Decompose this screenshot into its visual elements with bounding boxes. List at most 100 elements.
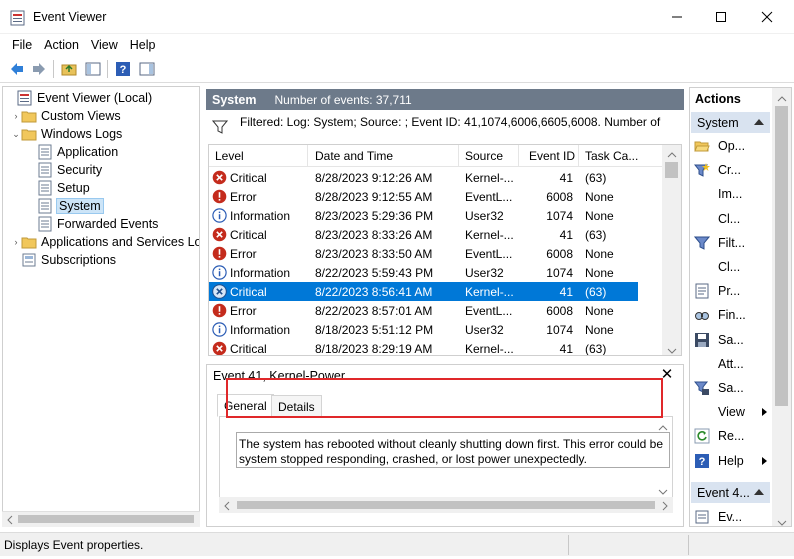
source-cell: Kernel-...: [465, 171, 514, 185]
action-sa-10[interactable]: Sa...: [693, 378, 744, 398]
action-event-properties[interactable]: Ev...: [694, 507, 742, 526]
tree-item-setup[interactable]: Setup: [37, 179, 90, 197]
table-row[interactable]: Information 8/23/2023 5:29:36 PM User32 107…: [209, 206, 638, 225]
action-cr-1[interactable]: Cr...: [693, 160, 741, 180]
scroll-left-icon[interactable]: [223, 500, 231, 511]
error-icon: [212, 303, 227, 318]
scroll-up-icon[interactable]: [658, 421, 668, 431]
action-label: Sa...: [718, 381, 744, 395]
action-pr-6[interactable]: Pr...: [694, 281, 740, 301]
show-hide-tree-icon[interactable]: [84, 60, 102, 78]
blank-icon-slot: [694, 211, 710, 227]
help-icon[interactable]: ?: [114, 60, 132, 78]
information-icon: [212, 322, 227, 337]
scroll-down-icon[interactable]: [667, 344, 677, 354]
minimize-button[interactable]: [654, 0, 700, 34]
tree-item-custom-views[interactable]: › Custom Views: [11, 107, 121, 125]
title-bar: Event Viewer: [0, 0, 794, 34]
table-row[interactable]: Information 8/18/2023 5:51:12 PM User32 107…: [209, 320, 638, 339]
actions-section-event[interactable]: Event 4...: [691, 482, 770, 503]
action-op-0[interactable]: Op...: [694, 136, 745, 156]
detail-scrollbar-thumb[interactable]: [237, 501, 655, 509]
level-cell: Critical: [230, 171, 267, 185]
tree-item-label: Forwarded Events: [57, 217, 159, 231]
tree-item-label: System: [56, 198, 104, 214]
action-filt-4[interactable]: Filt...: [693, 233, 745, 253]
menu-action[interactable]: Action: [38, 38, 85, 52]
menu-file[interactable]: File: [6, 38, 38, 52]
maximize-button[interactable]: [698, 0, 744, 34]
table-row[interactable]: Error 8/23/2023 8:33:50 AM EventL... 6008 No…: [209, 244, 638, 263]
table-row[interactable]: Critical 8/23/2023 8:33:26 AM Kernel-... 41…: [209, 225, 638, 244]
table-row[interactable]: Information 8/22/2023 5:59:43 PM User32 107…: [209, 263, 638, 282]
tree-item-applications-and-services[interactable]: › Applications and Services Lo: [11, 233, 200, 251]
collapse-section-icon[interactable]: [754, 119, 764, 125]
column-header-task-category[interactable]: Task Ca...: [585, 149, 638, 163]
column-header-event-id[interactable]: Event ID: [529, 149, 575, 163]
tree-item-subscriptions[interactable]: Subscriptions: [21, 251, 116, 269]
task-category-cell: None: [585, 190, 614, 204]
detail-horizontal-scrollbar[interactable]: [219, 497, 673, 513]
action-im-2[interactable]: Im...: [694, 184, 742, 204]
source-cell: User32: [465, 209, 504, 223]
tree-item-label: Applications and Services Lo: [41, 235, 200, 249]
actions-scrollbar-thumb[interactable]: [775, 106, 788, 406]
scroll-up-icon[interactable]: [777, 92, 787, 102]
scroll-down-icon[interactable]: [658, 485, 668, 495]
table-row[interactable]: Critical 8/18/2023 8:29:19 AM Kernel-... 41…: [209, 339, 638, 355]
collapse-icon[interactable]: ⌄: [11, 129, 21, 140]
scroll-up-icon[interactable]: [667, 148, 677, 158]
save-filter-icon: [693, 380, 710, 396]
action-re-12[interactable]: Re...: [694, 426, 744, 446]
status-bar: Displays Event properties.: [0, 532, 794, 556]
column-header-date[interactable]: Date and Time: [315, 149, 393, 163]
tree-item-security[interactable]: Security: [37, 161, 102, 179]
action-help-13[interactable]: ? Help: [694, 451, 767, 471]
action-sa-8[interactable]: Sa...: [694, 330, 744, 350]
scroll-down-icon[interactable]: [777, 516, 787, 526]
collapse-section-icon[interactable]: [754, 489, 764, 495]
source-cell: EventL...: [465, 190, 513, 204]
action-label: Fin...: [718, 308, 746, 323]
close-button[interactable]: [744, 0, 790, 34]
tree-item-windows-logs[interactable]: ⌄ Windows Logs: [11, 125, 122, 143]
tree-item-label: Security: [57, 163, 103, 177]
up-folder-icon[interactable]: [60, 60, 78, 78]
column-header-level[interactable]: Level: [215, 149, 244, 163]
task-category-cell: None: [585, 323, 614, 337]
tree-item-event-viewer-local[interactable]: Event Viewer (Local): [7, 89, 152, 107]
menu-view[interactable]: View: [85, 38, 124, 52]
action-fin-7[interactable]: Fin...: [694, 305, 746, 325]
expand-icon[interactable]: ›: [11, 237, 21, 247]
action-att-9[interactable]: Att...: [694, 354, 744, 374]
event-id-cell: 41: [559, 285, 573, 299]
filter-icon: [211, 119, 229, 135]
event-id-cell: 1074: [546, 323, 573, 337]
table-row[interactable]: Error 8/28/2023 9:12:55 AM EventL... 6008 No…: [209, 187, 638, 206]
action-cl-3[interactable]: Cl...: [694, 209, 740, 229]
back-icon[interactable]: [8, 60, 26, 78]
action-view-11[interactable]: View: [694, 402, 767, 422]
tree-item-forwarded-events[interactable]: Forwarded Events: [37, 215, 158, 233]
show-hide-action-pane-icon[interactable]: [138, 60, 156, 78]
menu-help[interactable]: Help: [124, 38, 162, 52]
tree-item-application[interactable]: Application: [37, 143, 118, 161]
scroll-right-icon[interactable]: [661, 500, 669, 511]
table-row[interactable]: Error 8/22/2023 8:57:01 AM EventL... 6008 No…: [209, 301, 638, 320]
tree-item-system[interactable]: System: [37, 197, 104, 215]
action-cl-5[interactable]: Cl...: [694, 257, 740, 277]
refresh-icon: [694, 428, 710, 444]
actions-section-system[interactable]: System: [691, 112, 770, 133]
scroll-left-icon[interactable]: [6, 514, 14, 525]
event-description[interactable]: The system has rebooted without cleanly …: [236, 432, 670, 468]
events-scrollbar-thumb[interactable]: [665, 162, 678, 178]
forward-icon[interactable]: [30, 60, 48, 78]
expand-icon[interactable]: ›: [11, 111, 21, 121]
table-row[interactable]: Critical 8/28/2023 9:12:26 AM Kernel-... 41…: [209, 168, 638, 187]
column-header-source[interactable]: Source: [465, 149, 503, 163]
table-row[interactable]: Critical 8/22/2023 8:56:41 AM Kernel-... 41…: [209, 282, 638, 301]
action-label: Re...: [718, 429, 745, 444]
section-label: Event 4...: [697, 485, 750, 500]
tree-scrollbar-thumb[interactable]: [18, 515, 194, 523]
date-cell: 8/22/2023 8:56:41 AM: [315, 285, 433, 299]
